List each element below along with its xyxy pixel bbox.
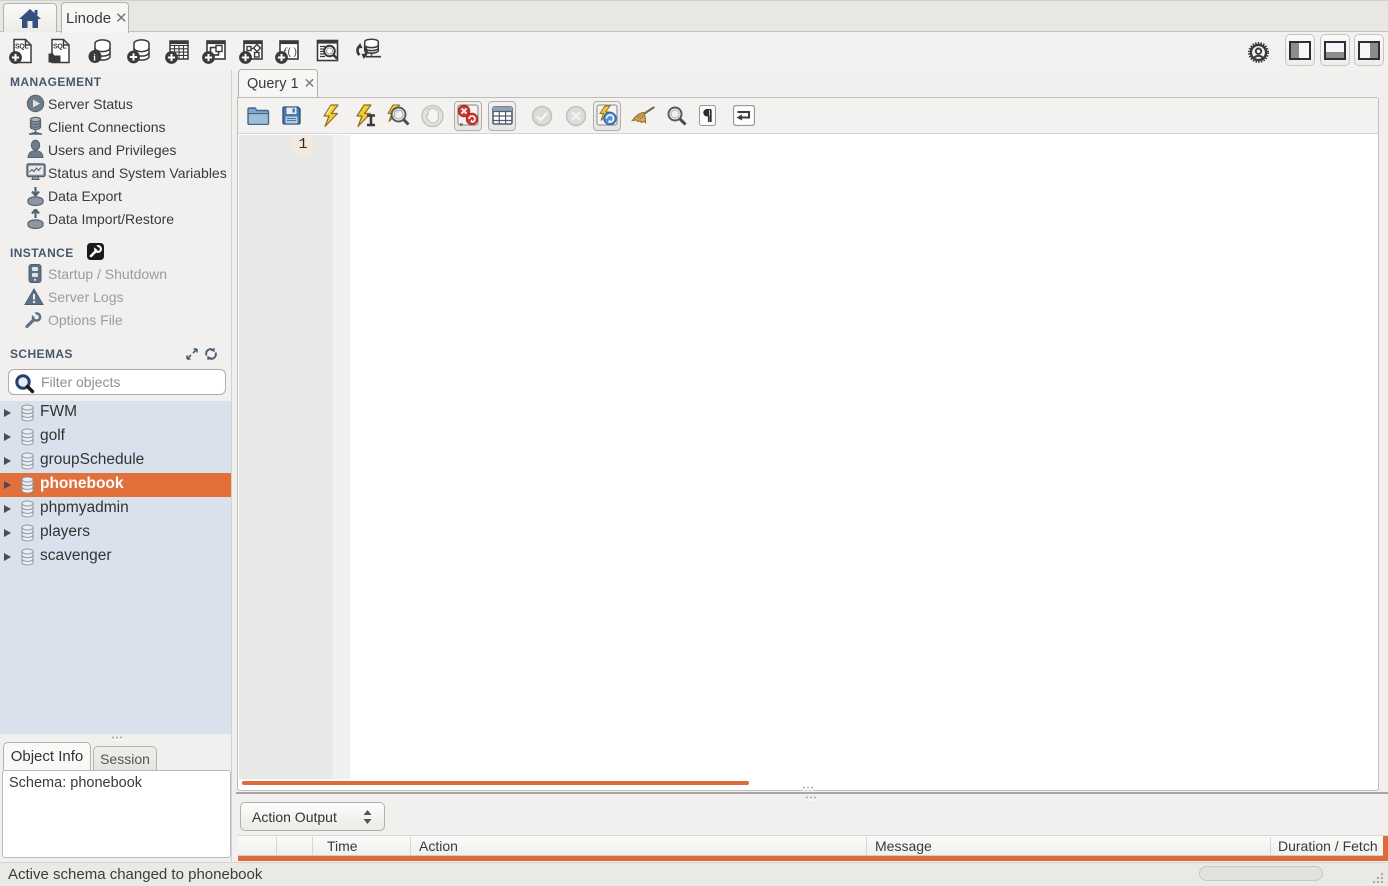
svg-text:SQL: SQL <box>15 44 30 51</box>
svg-text:( ): ( ) <box>288 47 297 58</box>
svg-text:SQL: SQL <box>53 44 68 51</box>
